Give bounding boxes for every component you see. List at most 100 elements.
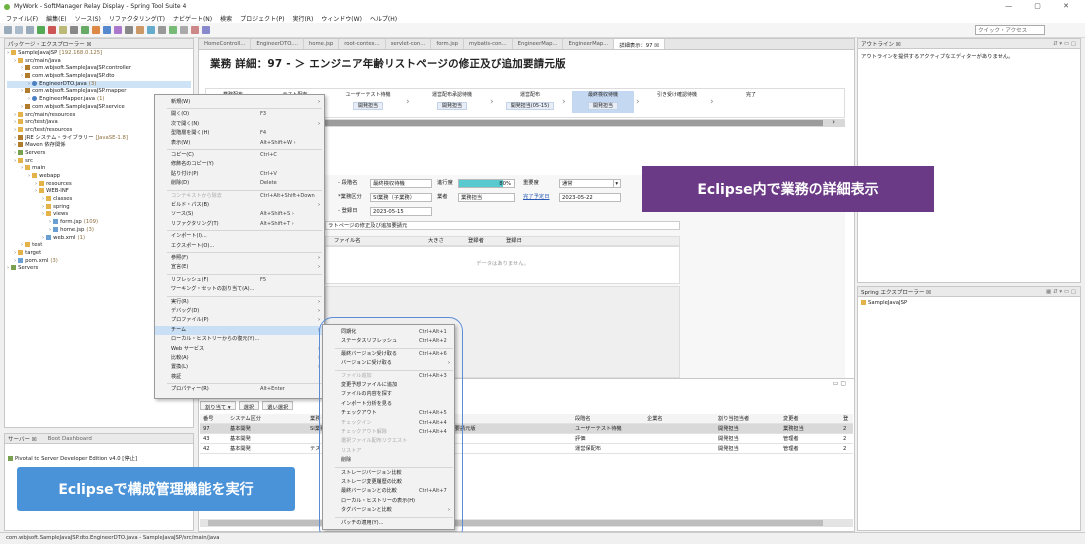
- editor-tab[interactable]: mybatis-con...: [464, 39, 513, 49]
- tree-toggle-icon[interactable]: ›: [21, 165, 23, 171]
- column-header[interactable]: 変更者: [783, 414, 799, 424]
- package-explorer-tab[interactable]: パッケージ・エクスプローラー ☒: [5, 39, 193, 49]
- editor-tab[interactable]: 詳細表示：97 ☒: [614, 39, 665, 49]
- menu-item[interactable]: プロパティー(R) Alt+Enter: [155, 385, 324, 394]
- tree-toggle-icon[interactable]: ›: [28, 96, 30, 102]
- tree-toggle-icon[interactable]: ›: [14, 119, 16, 125]
- menu-item[interactable]: プロファイル(P) ›: [155, 316, 324, 325]
- editor-tab[interactable]: root-contex...: [339, 39, 386, 49]
- tree-item[interactable]: › SampleJavaJSP [192.168.0.125]: [7, 50, 191, 58]
- column-header[interactable]: 登: [843, 414, 848, 424]
- tree-toggle-icon[interactable]: ›: [42, 211, 44, 217]
- tree-toggle-icon[interactable]: ›: [42, 235, 44, 241]
- editor-tab[interactable]: EngineerDTO....: [251, 39, 304, 49]
- tree-toggle-icon[interactable]: ›: [28, 173, 30, 179]
- menu-item[interactable]: リファクタリング(T) Alt+Shift+T ›: [155, 220, 324, 229]
- tree-toggle-icon[interactable]: ›: [21, 65, 23, 71]
- spring-explorer-tab[interactable]: Spring エクスプローラー ☒ ▦ ⇵ ▾ ▭ ▢: [858, 287, 1080, 297]
- tree-toggle-icon[interactable]: ›: [35, 188, 37, 194]
- menu-item[interactable]: 開く(O) F3: [155, 110, 324, 119]
- menu-item[interactable]: 次で開く(N) ›: [155, 120, 324, 129]
- tree-toggle-icon[interactable]: ›: [21, 73, 23, 79]
- due-date-link[interactable]: 完了予定日: [523, 193, 550, 202]
- menu-item[interactable]: 表示(W) Alt+Shift+W ›: [155, 139, 324, 148]
- window-controls[interactable]: — ▢ ✕: [1005, 2, 1079, 10]
- column-header[interactable]: 割り当担当者: [718, 414, 749, 424]
- menu-item[interactable]: ソース(S): [75, 14, 101, 23]
- task-toolbar-button[interactable]: 割り当て ▾: [200, 401, 236, 411]
- editor-tab[interactable]: form.jsp: [431, 39, 464, 49]
- column-header[interactable]: 段階名: [575, 414, 591, 424]
- menu-item[interactable]: 検証: [155, 373, 324, 382]
- menu-item[interactable]: プロジェクト(P): [240, 14, 284, 23]
- menu-item[interactable]: 参照(F) ›: [155, 254, 324, 263]
- boot-dashboard-tab[interactable]: Boot Dashboard: [48, 436, 92, 442]
- tree-toggle-icon[interactable]: ›: [28, 81, 30, 87]
- outline-tab[interactable]: アウトライン ☒ ⇵ ▾ ▭ ▢: [858, 39, 1080, 49]
- workflow-step[interactable]: 最終検収待機 開発担当: [572, 91, 634, 113]
- menu-item[interactable]: 編集(E): [46, 14, 66, 23]
- tree-toggle-icon[interactable]: ›: [49, 227, 51, 233]
- editor-tab[interactable]: HomeControll...: [199, 39, 252, 49]
- menu-item[interactable]: リフレッシュ(F) F5: [155, 276, 324, 285]
- tree-toggle-icon[interactable]: ›: [35, 181, 37, 187]
- workflow-step[interactable]: 運営配布承認待機 開発担当: [416, 91, 488, 113]
- tree-toggle-icon[interactable]: ›: [21, 242, 23, 248]
- workflow-step[interactable]: 引き受け確認待機: [646, 91, 708, 113]
- workflow-step[interactable]: 運営配布 開発担当(05-15): [500, 91, 560, 113]
- quick-access-input[interactable]: クイック・アクセス: [975, 25, 1045, 35]
- tree-toggle-icon[interactable]: ›: [7, 50, 9, 56]
- kind-field[interactable]: SI業務（子業務）: [370, 193, 432, 202]
- menu-item[interactable]: リファクタリング(T): [109, 14, 165, 23]
- menu-item[interactable]: 実行(R): [292, 14, 313, 23]
- menu-item[interactable]: エクスポート(O)...: [155, 242, 324, 251]
- menu-item[interactable]: ワーキング・セットの割り当て(A)...: [155, 285, 324, 294]
- tree-toggle-icon[interactable]: ›: [14, 158, 16, 164]
- column-header[interactable]: 番号: [203, 414, 213, 424]
- editor-tab[interactable]: servlet-con...: [386, 39, 432, 49]
- server-item[interactable]: Pivotal tc Server Developer Edition v4.0…: [5, 444, 193, 462]
- workflow-step[interactable]: ユーザーテスト待機 開発担当: [332, 91, 404, 113]
- menu-item[interactable]: 型階層を開く(H) F4: [155, 129, 324, 138]
- tree-item[interactable]: › src/main/java: [7, 57, 191, 66]
- menu-item[interactable]: ファイル(F): [6, 14, 38, 23]
- menu-item[interactable]: 置換(L) ›: [155, 363, 324, 372]
- column-header[interactable]: システム区分: [230, 414, 261, 424]
- editor-tab[interactable]: EngineerMap...: [563, 39, 615, 49]
- tree-toggle-icon[interactable]: ›: [14, 112, 16, 118]
- table-row[interactable]: 42 基本開発 テスト 運営保配布 開発担当 管理者 2: [200, 444, 853, 454]
- servers-tab[interactable]: サーバー ☒ Boot Dashboard: [5, 434, 193, 444]
- panel-controls[interactable]: ▭ ▢: [833, 380, 846, 387]
- tree-item[interactable]: › com.wbjsoft.SampleJavaJSP.dto: [7, 73, 191, 81]
- menu-item[interactable]: 比較(A) ›: [155, 354, 324, 363]
- owner-field[interactable]: 業務担当: [458, 193, 515, 202]
- menu-item[interactable]: インポート(I)...: [155, 232, 324, 241]
- menu-item[interactable]: ヘルプ(H): [370, 14, 397, 23]
- menu-item[interactable]: 実行(R) ›: [155, 298, 324, 307]
- tree-toggle-icon[interactable]: ›: [14, 142, 16, 148]
- workflow-step[interactable]: 完了: [720, 91, 782, 113]
- description-field[interactable]: ラトページの修正及び追加要請元: [325, 221, 680, 230]
- menu-item[interactable]: Web サービス ›: [155, 345, 324, 354]
- tree-toggle-icon[interactable]: ›: [21, 88, 23, 94]
- menu-item[interactable]: ナビゲート(N): [173, 14, 212, 23]
- editor-tab[interactable]: EngineerMap...: [513, 39, 564, 49]
- table-row[interactable]: 97基本開発SI業務（子業務）エンジニア年齢リストページの修正及び追加要請元版ユ…: [200, 424, 853, 434]
- task-toolbar-button[interactable]: 選い選択: [262, 401, 294, 411]
- scroll-right-icon[interactable]: ›: [832, 118, 835, 126]
- tree-toggle-icon[interactable]: ›: [14, 58, 16, 64]
- tree-toggle-icon[interactable]: ›: [7, 265, 9, 271]
- tree-toggle-icon[interactable]: ›: [14, 250, 16, 256]
- menu-item[interactable]: 新規(W) ›: [155, 98, 324, 107]
- menu-item[interactable]: ローカル・ヒストリーからの復元(Y)...: [155, 335, 324, 344]
- menu-item[interactable]: 貼り付け(P) Ctrl+V: [155, 170, 324, 179]
- tree-toggle-icon[interactable]: ›: [49, 219, 51, 225]
- menu-item[interactable]: コピー(C) Ctrl+C: [155, 151, 324, 160]
- stage-field[interactable]: 最終検収待機: [370, 179, 432, 188]
- tree-toggle-icon[interactable]: ›: [14, 258, 16, 264]
- tree-item[interactable]: › com.wbjsoft.SampleJavaJSP.controller: [7, 65, 191, 73]
- menu-item[interactable]: 検索: [220, 14, 232, 23]
- menu-item[interactable]: 宣言(E) ›: [155, 263, 324, 272]
- task-scrollbar[interactable]: [200, 519, 853, 527]
- tree-toggle-icon[interactable]: ›: [42, 204, 44, 210]
